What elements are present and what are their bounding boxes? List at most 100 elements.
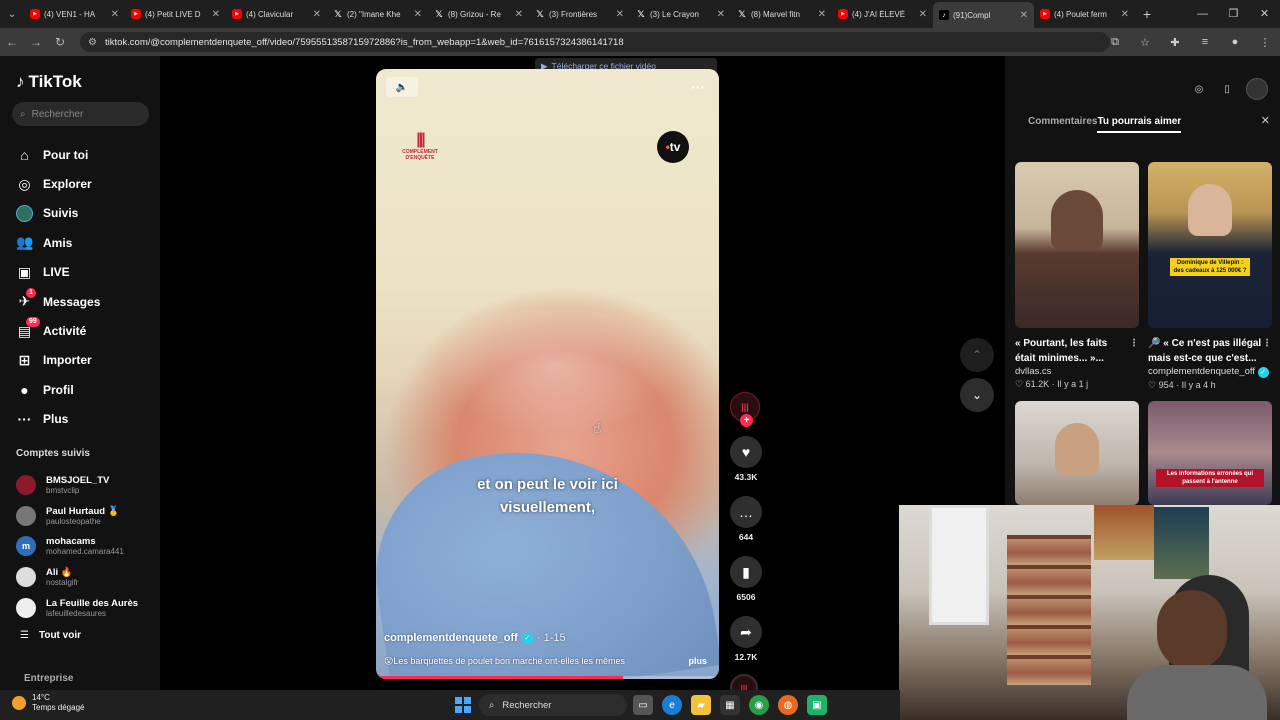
tiktok-logo[interactable]: ♪ TikTok [16, 72, 82, 92]
browser-tab[interactable]: 𝕏 (3) Le Crayon ✕ [630, 1, 731, 27]
device-icon[interactable]: ▯ [1218, 80, 1236, 98]
browser-tab[interactable]: ▶ (4) Petit LIVE D ✕ [125, 1, 226, 27]
video-thumbnail[interactable]: Les informations erronées qui passent à … [1148, 400, 1272, 505]
recommended-card[interactable]: « Pourtant, les faits était minimes... »… [1015, 162, 1139, 401]
tab-search-icon[interactable]: ⌄ [0, 0, 24, 28]
browser-tab[interactable]: ♪ (91)Compl ✕ [933, 2, 1034, 28]
business-link[interactable]: Entreprise [24, 673, 73, 684]
tab-comments[interactable]: Commentaires [1028, 116, 1097, 133]
start-windows-icon[interactable] [455, 697, 471, 713]
description-more-button[interactable]: plus [688, 656, 707, 666]
chrome-icon[interactable]: ◉ [749, 695, 769, 715]
taskbar-search[interactable]: ⌕ Rechercher [479, 694, 627, 716]
tab-recommended[interactable]: Tu pourrais aimer [1097, 116, 1182, 133]
nav-item[interactable]: ··· Plus [16, 405, 100, 434]
weather-widget[interactable]: 14°C Temps dégagé [12, 693, 84, 713]
card-more-icon[interactable]: ⋮ [1129, 336, 1139, 366]
browser-tab[interactable]: 𝕏 (2) "Imane Khe ✕ [327, 1, 428, 27]
creator-avatar[interactable]: ||| + [730, 392, 760, 427]
follow-plus-icon[interactable]: + [740, 414, 753, 427]
volume-icon[interactable]: 🔈 [386, 77, 418, 97]
nav-item[interactable]: ◎ Explorer [16, 169, 100, 198]
menu-icon[interactable]: ⋮ [1250, 36, 1280, 49]
store-icon[interactable]: ▦ [720, 695, 740, 715]
browser-tab[interactable]: ▶ (4) Poulet ferm ✕ [1034, 1, 1135, 27]
like-button[interactable]: ♥ [730, 436, 762, 468]
video-progress-bar[interactable] [376, 676, 719, 679]
media-icon[interactable]: ≡ [1190, 36, 1220, 48]
tab-close-icon[interactable]: ✕ [919, 9, 927, 20]
app-icon[interactable]: ▣ [807, 695, 827, 715]
nav-item[interactable]: ▣ LIVE [16, 258, 100, 287]
tab-close-icon[interactable]: ✕ [1121, 9, 1129, 20]
recommended-card[interactable]: Les informations erronées qui passent à … [1148, 400, 1272, 505]
followed-account[interactable]: Ali 🔥 nostalgifr [16, 562, 138, 593]
tab-close-icon[interactable]: ✕ [717, 9, 725, 20]
close-panel-icon[interactable]: ✕ [1261, 114, 1270, 127]
tab-close-icon[interactable]: ✕ [616, 9, 624, 20]
followed-account[interactable]: La Feuille des Aurès lafeuilledesaures [16, 592, 138, 623]
close-window-icon[interactable]: ✕ [1249, 0, 1280, 28]
video-thumbnail[interactable] [1015, 400, 1139, 505]
browser-tab[interactable]: 𝕏 (8) Grizou - Re ✕ [428, 1, 529, 27]
tab-close-icon[interactable]: ✕ [818, 9, 826, 20]
tab-close-icon[interactable]: ✕ [212, 9, 220, 20]
maximize-icon[interactable]: ❐ [1218, 0, 1249, 28]
followed-account[interactable]: BMSJOEL_TV bmstvclip [16, 470, 138, 501]
followed-account[interactable]: Paul Hurtaud 🥇 paulosteopathe [16, 501, 138, 532]
browser-tab[interactable]: ▶ (4) J'AI ÉLEVÉ ✕ [832, 1, 933, 27]
browser-tab[interactable]: 𝕏 (8) Marvel fitn ✕ [731, 1, 832, 27]
followed-account[interactable]: m mohacams mohamed.camara441 [16, 531, 138, 562]
firefox-icon[interactable]: ◍ [778, 695, 798, 715]
bookmark-button[interactable]: ▮ [730, 556, 762, 588]
video-player[interactable]: 🔈 ··· ||| COMPLÉMENT D'ENQUÊTE • tv et on… [376, 69, 719, 679]
edge-icon[interactable]: e [662, 695, 682, 715]
tab-close-icon[interactable]: ✕ [111, 9, 119, 20]
browser-tab[interactable]: ▶ (4) Clavicular ✕ [226, 1, 327, 27]
tab-close-icon[interactable]: ✕ [1020, 10, 1028, 21]
tab-close-icon[interactable]: ✕ [515, 9, 523, 20]
task-view-icon[interactable]: ▭ [633, 695, 653, 715]
nav-item[interactable]: ✈ 1 Messages [16, 287, 100, 316]
minimize-icon[interactable]: — [1187, 0, 1218, 28]
extensions-icon[interactable]: ✚ [1160, 36, 1190, 49]
card-more-icon[interactable]: ⋮ [1262, 336, 1272, 366]
user-avatar[interactable] [1246, 78, 1268, 100]
video-more-icon[interactable]: ··· [691, 79, 705, 95]
tab-close-icon[interactable]: ✕ [414, 9, 422, 20]
card-author[interactable]: dvllas.cs [1015, 366, 1139, 377]
share-button[interactable]: ➦ [730, 616, 762, 648]
compass-small-icon[interactable]: ◎ [1190, 80, 1208, 98]
forward-icon[interactable]: → [24, 35, 48, 49]
nav-item[interactable]: ● Profil [16, 375, 100, 404]
browser-tab[interactable]: 𝕏 (3) Frontières ✕ [529, 1, 630, 27]
next-video-button[interactable]: ⌄ [960, 378, 994, 412]
site-info-icon[interactable]: ⚙ [88, 37, 97, 48]
translate-icon[interactable]: ⧉ [1100, 36, 1130, 49]
video-author[interactable]: complementdenquete_off ✓ · 1-15 [384, 632, 566, 644]
card-author[interactable]: complementdenquete_off ✓ [1148, 366, 1272, 378]
browser-tab[interactable]: ▶ (4) VEN1 - HA ✕ [24, 1, 125, 27]
recommended-card[interactable] [1015, 400, 1139, 505]
previous-video-button[interactable]: ⌃ [960, 338, 994, 372]
tab-close-icon[interactable]: ✕ [313, 9, 321, 20]
nav-item[interactable]: ⊞ Importer [16, 346, 100, 375]
video-thumbnail[interactable] [1015, 162, 1139, 328]
tab-label: (3) Frontières [549, 9, 598, 19]
video-thumbnail[interactable]: Dominique de Villepin : des cadeaux à 12… [1148, 162, 1272, 328]
url-field[interactable]: ⚙ tiktok.com/@complementdenquete_off/vid… [80, 32, 1110, 52]
reload-icon[interactable]: ↻ [48, 35, 72, 49]
file-explorer-icon[interactable]: ▰ [691, 695, 711, 715]
bookmark-star-icon[interactable]: ☆ [1130, 36, 1160, 49]
nav-item[interactable]: ⌂ Pour toi [16, 140, 100, 169]
see-all-link[interactable]: ☰ Tout voir [20, 630, 81, 641]
nav-item[interactable]: ▤ 99 Activité [16, 316, 100, 345]
profile-avatar-icon[interactable]: ● [1220, 36, 1250, 48]
back-icon[interactable]: ← [0, 35, 24, 49]
comment-button[interactable]: … [730, 496, 762, 528]
nav-item[interactable]: Suivis [16, 199, 100, 228]
nav-item[interactable]: 👥 Amis [16, 228, 100, 257]
new-tab-button[interactable]: + [1135, 6, 1159, 22]
recommended-card[interactable]: Dominique de Villepin : des cadeaux à 12… [1148, 162, 1272, 401]
search-input[interactable]: ⌕ Rechercher [12, 102, 149, 126]
